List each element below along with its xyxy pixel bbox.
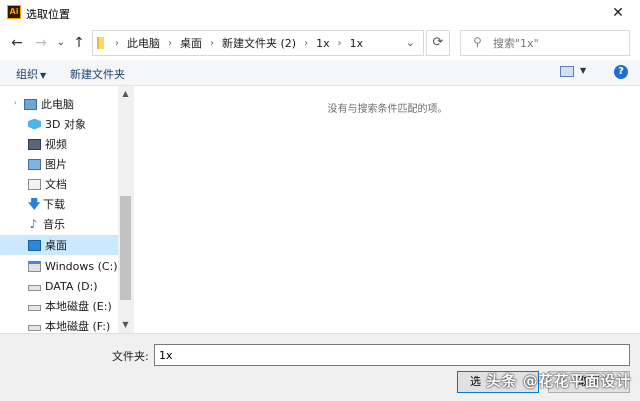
sidebar-item-label: 此电脑 [41, 98, 74, 111]
breadcrumb-item-1x-parent[interactable]: 1x [316, 37, 330, 50]
documents-icon [28, 178, 41, 190]
sidebar-item-label: 本地磁盘 (E:) [45, 300, 112, 313]
sidebar-item-documents[interactable]: 文档 [0, 174, 118, 194]
address-bar[interactable]: › 此电脑 › 桌面 › 新建文件夹 (2) › 1x › 1x ⌄ [92, 30, 424, 56]
title-bar: Ai 选取位置 ✕ [0, 0, 640, 26]
navigation-bar: ← → ⌄ ↑ › 此电脑 › 桌面 › 新建文件夹 (2) › 1x › 1x… [0, 26, 640, 60]
pictures-icon [28, 158, 41, 170]
view-options-caret-icon[interactable]: ▼ [580, 66, 586, 75]
music-icon: ♪ [29, 216, 38, 231]
organize-label: 组织 [16, 68, 38, 81]
breadcrumb-item-this-pc[interactable]: 此电脑 [127, 35, 160, 51]
breadcrumb-separator-icon[interactable]: › [304, 38, 308, 49]
close-button[interactable]: ✕ [596, 0, 640, 26]
breadcrumb-item-new-folder-2[interactable]: 新建文件夹 (2) [222, 35, 296, 51]
illustrator-app-icon: Ai [7, 5, 21, 19]
breadcrumb-separator-icon[interactable]: › [210, 38, 214, 49]
computer-icon [24, 98, 37, 110]
address-history-chevron-icon[interactable]: ⌄ [406, 36, 415, 49]
refresh-icon[interactable]: ⟳ [426, 30, 450, 56]
download-icon: 🡇 [28, 196, 41, 211]
scroll-up-arrow-icon[interactable]: ▲ [118, 86, 133, 102]
breadcrumb-item-1x-current[interactable]: 1x [350, 37, 364, 50]
empty-results-message: 没有与搜索条件匹配的项。 [327, 104, 448, 115]
scrollbar-thumb[interactable] [120, 196, 131, 300]
search-input[interactable] [493, 31, 623, 55]
sidebar-item-music[interactable]: ♪ 音乐 [0, 214, 118, 234]
forward-arrow-icon[interactable]: → [32, 34, 50, 52]
sidebar-item-local-disk-f[interactable]: 本地磁盘 (F:) [0, 316, 118, 333]
drive-icon [28, 324, 41, 331]
sidebar-item-label: 图片 [45, 158, 67, 171]
recent-locations-chevron-icon[interactable]: ⌄ [52, 34, 70, 52]
sidebar-item-downloads[interactable]: 🡇 下载 [0, 194, 118, 214]
folder-icon [97, 37, 104, 49]
sidebar-item-3d-objects[interactable]: 3D 对象 [0, 114, 118, 134]
sidebar-item-label: Windows (C:) [45, 259, 118, 273]
sidebar-item-label: DATA (D:) [45, 279, 98, 293]
breadcrumb-separator-icon[interactable]: › [168, 38, 172, 49]
folder-field-label: 文件夹: [112, 350, 149, 363]
folder-name-input[interactable] [154, 344, 630, 366]
sidebar-item-videos[interactable]: 视频 [0, 134, 118, 154]
video-icon [28, 138, 41, 150]
sidebar-item-local-disk-e[interactable]: 本地磁盘 (E:) [0, 296, 118, 316]
desktop-icon [28, 239, 41, 251]
scroll-down-arrow-icon[interactable]: ▼ [118, 317, 133, 333]
search-icon: ⚲ [473, 35, 482, 49]
drive-icon [28, 284, 41, 291]
breadcrumb-item-desktop[interactable]: 桌面 [180, 35, 202, 51]
search-box: ⚲ [460, 30, 630, 56]
3d-objects-icon [28, 118, 41, 130]
navigation-pane: › 此电脑 3D 对象 视频 图片 文档 🡇 下载 ♪ 音乐 桌面 Window… [0, 86, 133, 333]
sidebar-item-this-pc[interactable]: 此电脑 [0, 94, 118, 114]
back-arrow-icon[interactable]: ← [8, 34, 26, 52]
sidebar-item-data-d[interactable]: DATA (D:) [0, 276, 118, 296]
new-folder-button[interactable]: 新建文件夹 [70, 66, 125, 82]
breadcrumb-separator-icon[interactable]: › [338, 38, 342, 49]
window-title: 选取位置 [26, 8, 70, 21]
command-bar: 组织 ▼ 新建文件夹 ▼ ? [0, 60, 640, 86]
sidebar-item-label: 音乐 [43, 218, 65, 231]
breadcrumb-separator-icon: › [115, 37, 119, 49]
up-arrow-icon[interactable]: ↑ [70, 34, 88, 52]
sidebar-item-label: 视频 [45, 138, 67, 151]
help-icon[interactable]: ? [614, 65, 628, 79]
organize-menu-button[interactable]: 组织 ▼ [16, 66, 46, 82]
file-list-pane[interactable]: 没有与搜索条件匹配的项。 [133, 86, 640, 333]
sidebar-scrollbar[interactable]: ▲ ▼ [118, 86, 133, 333]
view-options-icon[interactable] [560, 66, 574, 77]
windows-drive-icon [28, 260, 41, 272]
sidebar-item-desktop[interactable]: 桌面 [0, 235, 118, 255]
breadcrumb: › 此电脑 › 桌面 › 新建文件夹 (2) › 1x › 1x [107, 31, 363, 55]
sidebar-item-label: 文档 [45, 178, 67, 191]
dropdown-caret-icon: ▼ [40, 71, 47, 80]
watermark-text: 头条 @花花平面设计 [486, 372, 632, 390]
sidebar-item-label: 下载 [43, 198, 65, 211]
sidebar-item-pictures[interactable]: 图片 [0, 154, 118, 174]
sidebar-item-windows-c[interactable]: Windows (C:) [0, 256, 118, 276]
drive-icon [28, 304, 41, 311]
sidebar-item-label: 3D 对象 [45, 118, 86, 131]
sidebar-item-label: 本地磁盘 (F:) [45, 320, 111, 333]
sidebar-item-label: 桌面 [45, 239, 67, 252]
